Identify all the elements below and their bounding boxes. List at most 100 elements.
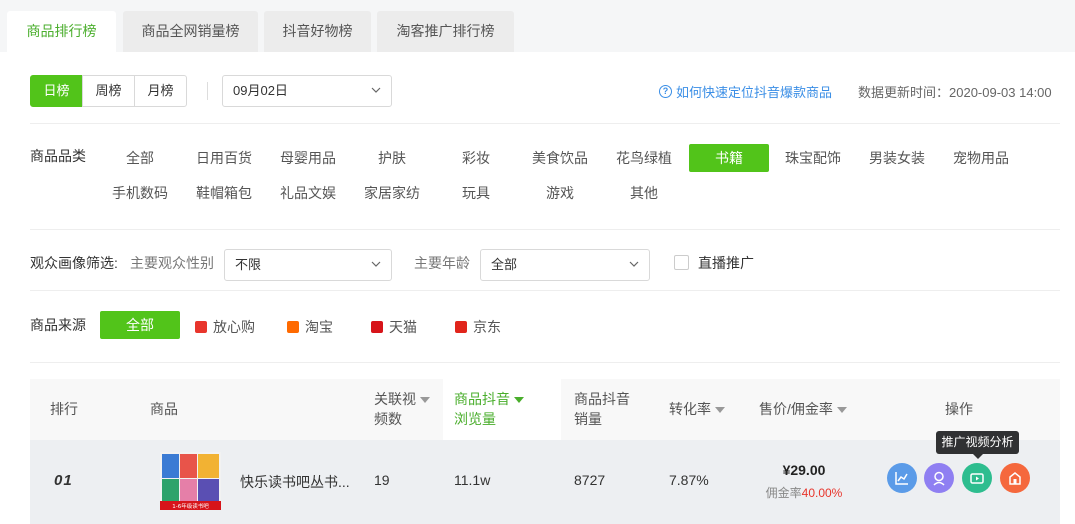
header-videos-line1: 关联视 [374,391,416,407]
tab-douyin-goods-ranking[interactable]: 抖音好物榜 [264,11,371,52]
tab-bar: 商品排行榜 商品全网销量榜 抖音好物榜 淘客推广排行榜 [0,0,1075,52]
header-rank: 排行 [50,401,78,417]
category-shoes-bags[interactable]: 鞋帽箱包 [184,179,264,207]
header-videos[interactable]: 关联视 频数 [374,389,430,429]
source-taobao[interactable]: 淘宝 [287,317,333,337]
question-icon: ? [659,85,672,98]
header-sales-line2: 销量 [574,411,602,427]
header-views-line2: 浏览量 [454,411,496,427]
header-views[interactable]: 商品抖音 浏览量 [454,389,524,429]
help-link-text: 如何快速定位抖音爆款商品 [676,85,833,100]
period-toggle: 日榜 周榜 月榜 [30,75,187,107]
live-promotion-label[interactable]: 直播推广 [698,253,754,273]
taobao-icon [287,321,299,333]
header-conversion-text: 转化率 [669,401,711,417]
row-rank: 01 [54,472,73,489]
shop-icon [1009,472,1021,485]
tooltip: 推广视频分析 [936,431,1019,459]
category-daily-goods[interactable]: 日用百货 [184,144,264,172]
category-toys[interactable]: 玩具 [436,179,516,207]
category-makeup[interactable]: 彩妆 [436,144,516,172]
period-day-button[interactable]: 日榜 [30,75,83,107]
category-digital[interactable]: 手机数码 [100,179,180,207]
header-sales[interactable]: 商品抖音 销量 [574,389,630,429]
audience-portrait-button[interactable] [924,463,954,493]
category-home[interactable]: 家居家纺 [352,179,432,207]
trend-chart-icon [895,472,908,485]
header-videos-line2: 频数 [374,411,402,427]
view-count: 11.1w [454,472,491,488]
header-views-line1: 商品抖音 [454,391,510,407]
main-panel: 日榜 周榜 月榜 09月02日 ? 如何快速定位抖音爆款商品 数据更新时间：20… [0,52,1075,524]
category-books[interactable]: 书籍 [689,144,769,172]
source-fangxingou[interactable]: 放心购 [195,317,255,337]
category-pets[interactable]: 宠物用品 [941,144,1021,172]
divider [30,123,1060,124]
source-label: 商品来源 [30,317,86,333]
source-tmall[interactable]: 天猫 [371,317,417,337]
trend-analysis-button[interactable] [887,463,917,493]
promo-video-analysis-button[interactable] [962,463,992,493]
age-label: 主要年龄 [414,255,470,271]
thumbnail-caption: 1-6年级读书吧 [172,502,209,510]
source-tmall-label: 天猫 [389,319,417,335]
gender-label: 主要观众性别 [130,255,214,271]
category-clothing[interactable]: 男装女装 [857,144,937,172]
gender-select[interactable]: 不限 [224,249,392,281]
commission-rate: 40.00% [801,486,843,500]
product-name[interactable]: 快乐读书吧丛书... [240,472,350,492]
divider [207,82,208,100]
category-skincare[interactable]: 护肤 [352,144,432,172]
age-select-value: 全部 [491,257,518,272]
shop-button[interactable] [1000,463,1030,493]
source-all-button[interactable]: 全部 [100,311,180,339]
fangxingou-icon [195,321,207,333]
category-gifts[interactable]: 礼品文娱 [268,179,348,207]
divider [30,362,1060,363]
category-other[interactable]: 其他 [604,179,684,207]
header-actions: 操作 [945,401,973,417]
video-icon [970,473,984,484]
audience-filter-label: 观众画像筛选: [30,255,118,271]
category-baby[interactable]: 母婴用品 [268,144,348,172]
tab-affiliate-ranking[interactable]: 淘客推广排行榜 [377,11,514,52]
video-count: 19 [374,472,390,488]
help-link[interactable]: ? 如何快速定位抖音爆款商品 [659,82,832,101]
sort-down-icon [420,397,430,404]
header-conversion[interactable]: 转化率 [669,399,725,419]
update-time: 数据更新时间：2020-09-03 14:00 [858,85,1052,100]
header-sales-line1: 商品抖音 [574,391,630,407]
category-food[interactable]: 美食饮品 [520,144,600,172]
price: ¥29.00 [782,462,826,478]
source-taobao-label: 淘宝 [305,319,333,335]
source-jd[interactable]: 京东 [455,317,501,337]
sort-down-icon [836,407,847,414]
category-games[interactable]: 游戏 [520,179,600,207]
header-product: 商品 [150,401,178,417]
product-thumbnail[interactable]: 1-6年级读书吧 [160,452,221,510]
header-price[interactable]: 售价/佣金率 [759,399,847,419]
period-week-button[interactable]: 周榜 [82,75,135,107]
user-portrait-icon [933,471,945,486]
divider [30,229,1060,230]
live-promotion-checkbox[interactable] [674,255,689,270]
date-select[interactable]: 09月02日 [222,75,392,107]
source-fangxingou-label: 放心购 [213,319,255,335]
category-jewelry[interactable]: 珠宝配饰 [773,144,853,172]
tab-product-ranking[interactable]: 商品排行榜 [7,11,116,52]
period-month-button[interactable]: 月榜 [134,75,187,107]
category-all[interactable]: 全部 [100,144,180,172]
tmall-icon [371,321,383,333]
date-select-value: 09月02日 [233,83,288,98]
commission: 佣金率40.00% [754,484,854,501]
table-row[interactable]: 01 1-6年级读书吧 快乐读书吧丛书... 19 11.1w 8727 7.8… [30,440,1060,524]
header-price-text: 售价/佣金率 [759,401,833,417]
source-jd-label: 京东 [473,319,501,335]
age-select[interactable]: 全部 [480,249,650,281]
conversion-rate: 7.87% [669,472,709,488]
table-header: 排行 商品 关联视 频数 商品抖音 浏览量 商品抖音 销量 转化率 售价/佣金率… [30,379,1060,440]
tab-network-sales-ranking[interactable]: 商品全网销量榜 [123,11,258,52]
gender-select-value: 不限 [235,257,262,272]
category-plants[interactable]: 花鸟绿植 [604,144,684,172]
commission-label: 佣金率 [765,486,802,500]
